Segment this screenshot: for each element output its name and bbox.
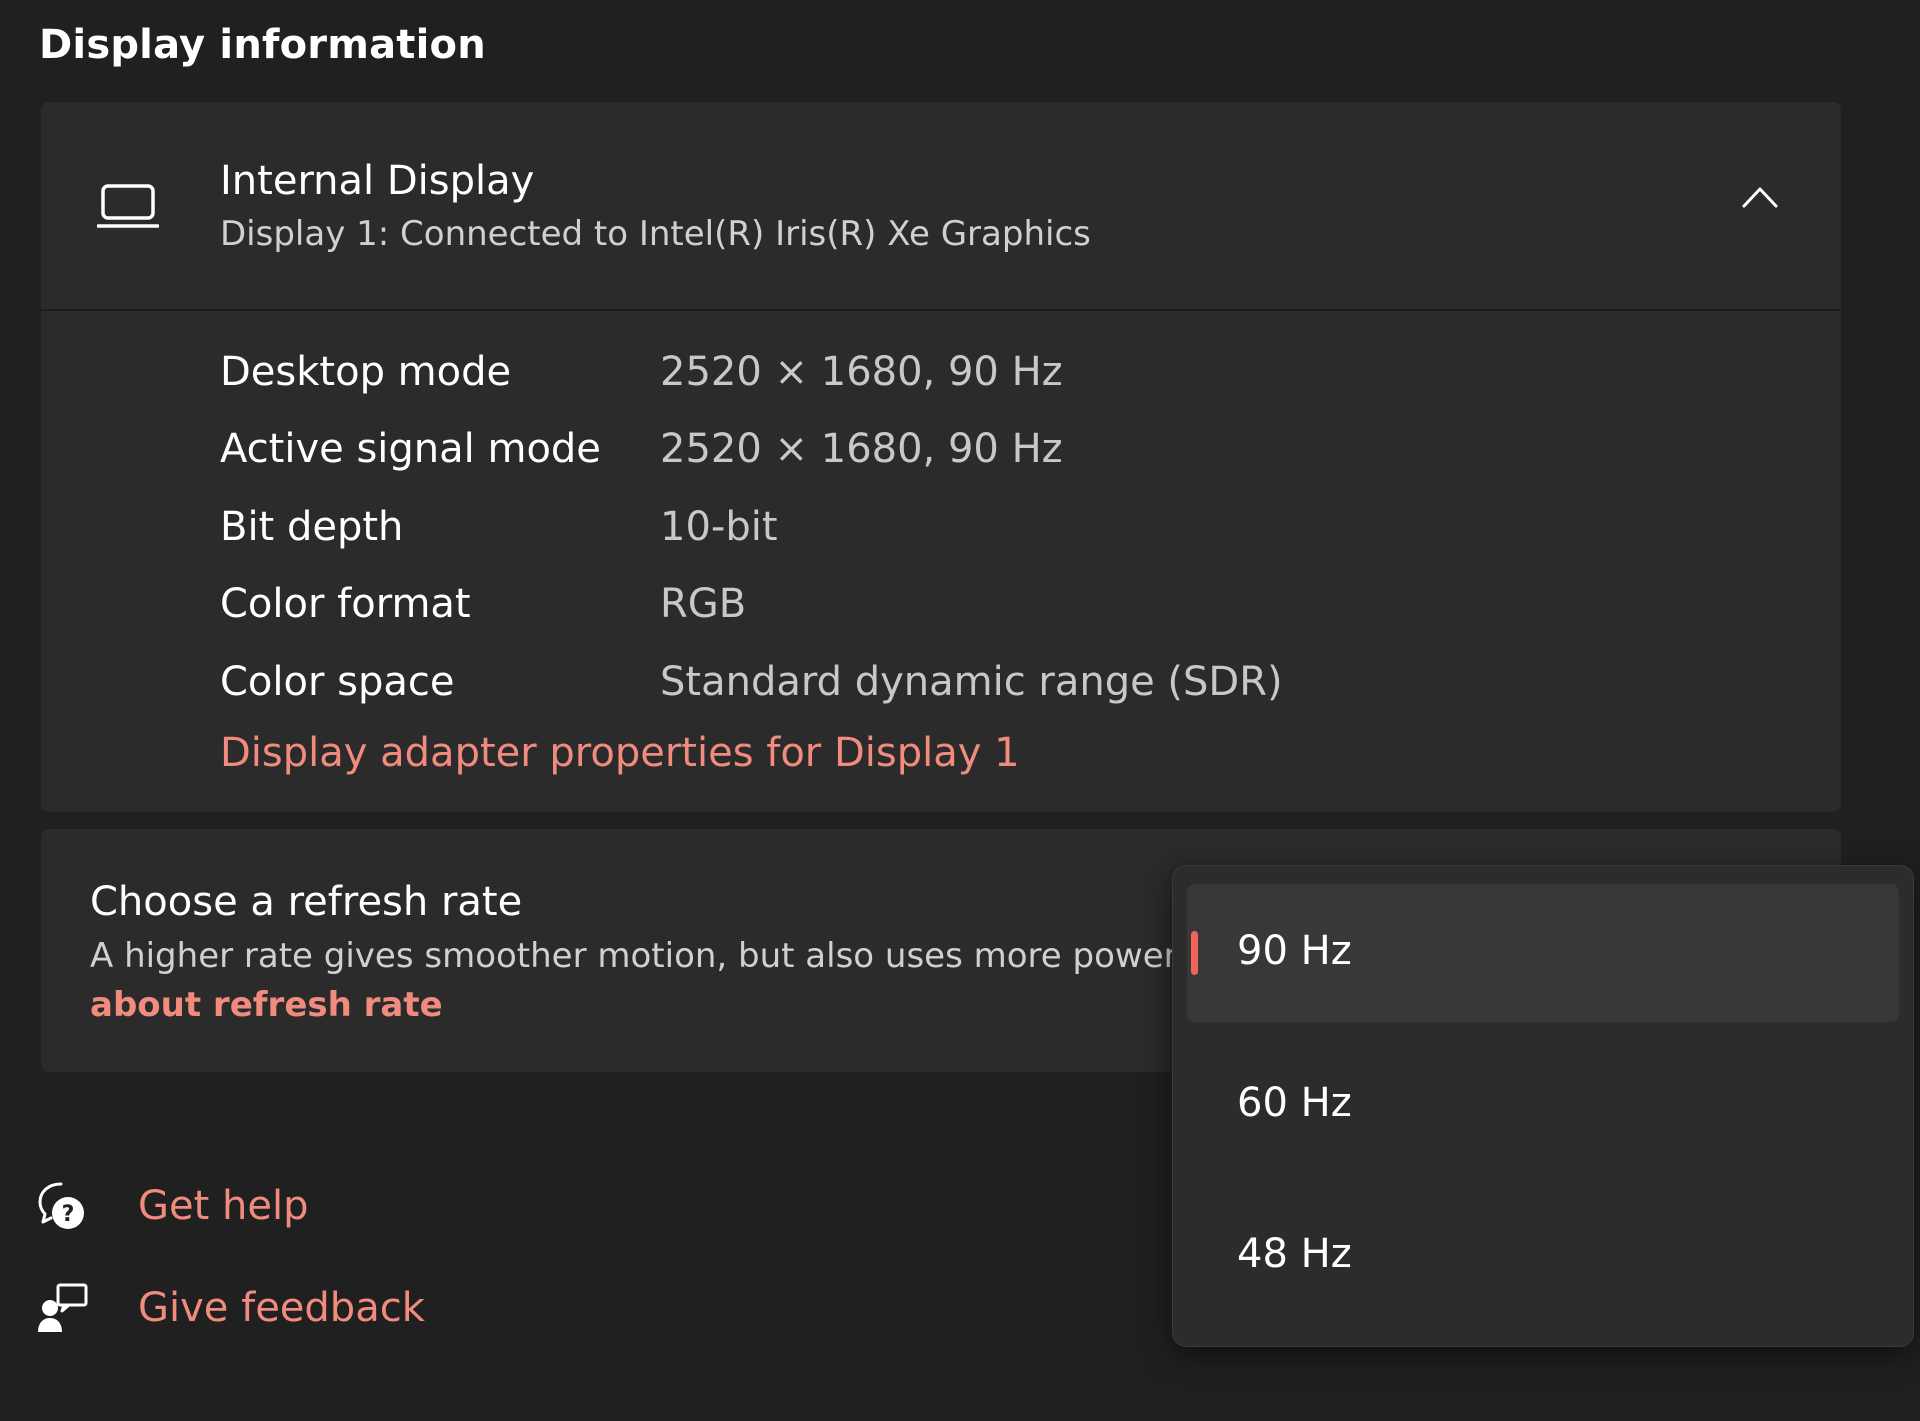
info-value: 2520 × 1680, 90 Hz xyxy=(660,349,1063,395)
display-info-card: Internal Display Display 1: Connected to… xyxy=(41,102,1841,812)
adapter-properties-link[interactable]: Display adapter properties for Display 1 xyxy=(220,730,1020,776)
info-value: 10-bit xyxy=(660,504,778,550)
info-value: Standard dynamic range (SDR) xyxy=(660,659,1283,705)
option-label: 90 Hz xyxy=(1237,928,1352,974)
refresh-rate-description: A higher rate gives smoother motion, but… xyxy=(90,936,1178,976)
info-value: 2520 × 1680, 90 Hz xyxy=(660,426,1063,472)
get-help-link[interactable]: Get help xyxy=(138,1183,308,1229)
refresh-option-48[interactable]: 48 Hz xyxy=(1187,1187,1899,1325)
selected-indicator xyxy=(1191,931,1198,975)
display-settings-page: Display information Internal Display Dis… xyxy=(0,0,1920,1421)
option-label: 60 Hz xyxy=(1237,1080,1352,1126)
option-label: 48 Hz xyxy=(1237,1231,1352,1277)
give-feedback-link[interactable]: Give feedback xyxy=(138,1285,425,1331)
info-label: Bit depth xyxy=(220,504,404,550)
chevron-up-icon[interactable] xyxy=(1741,184,1779,210)
laptop-icon xyxy=(97,184,159,228)
display-header[interactable]: Internal Display Display 1: Connected to… xyxy=(41,102,1841,311)
refresh-rate-title: Choose a refresh rate xyxy=(90,879,523,925)
refresh-rate-dropdown: 90 Hz 60 Hz 48 Hz xyxy=(1172,865,1914,1347)
info-label: Color format xyxy=(220,581,471,627)
help-chat-icon: ? xyxy=(38,1182,84,1229)
info-label: Desktop mode xyxy=(220,349,512,395)
refresh-rate-learn-link[interactable]: about refresh rate xyxy=(90,985,443,1025)
section-title: Display information xyxy=(39,22,486,68)
svg-text:?: ? xyxy=(62,1202,75,1227)
info-label: Active signal mode xyxy=(220,426,601,472)
info-value: RGB xyxy=(660,581,747,627)
info-label: Color space xyxy=(220,659,455,705)
refresh-option-90[interactable]: 90 Hz xyxy=(1187,884,1899,1022)
refresh-option-60[interactable]: 60 Hz xyxy=(1187,1036,1899,1174)
display-subtitle: Display 1: Connected to Intel(R) Iris(R)… xyxy=(220,214,1091,254)
display-name: Internal Display xyxy=(220,158,535,204)
feedback-person-icon xyxy=(38,1283,88,1332)
